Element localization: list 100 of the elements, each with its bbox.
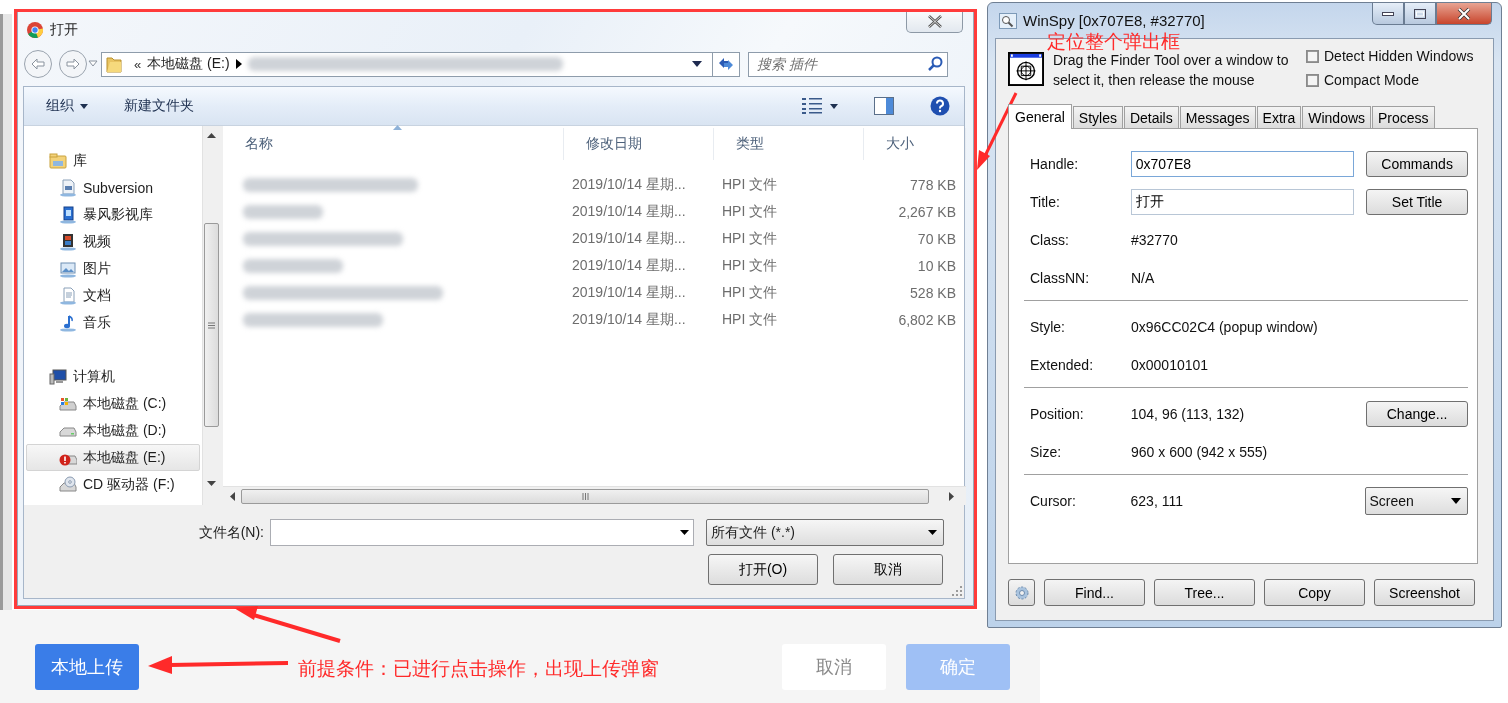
annotation-text: 前提条件：已进行点击操作，出现上传弹窗 (298, 657, 659, 681)
action-button[interactable]: Change... (1366, 401, 1468, 427)
tab[interactable]: Styles (1072, 106, 1123, 128)
close-icon (1457, 7, 1471, 20)
file-type: HPI 文件 (721, 256, 779, 275)
annotation-text: 定位整个弹出框 (1047, 30, 1180, 54)
field-label: Style: (1030, 319, 1066, 335)
close-button[interactable] (1436, 3, 1492, 25)
column-header[interactable]: 名称 (223, 128, 564, 160)
nav-tree-item[interactable]: 计算机 (26, 363, 200, 390)
file-date: 2019/10/14 星期... (571, 256, 687, 275)
vertical-scrollbar[interactable] (202, 126, 220, 505)
maximize-button[interactable] (1404, 3, 1436, 25)
help-icon[interactable] (930, 96, 950, 116)
footer-button[interactable]: Screenshot (1374, 579, 1475, 606)
column-header[interactable]: 大小 (864, 128, 966, 160)
field-label: ClassNN: (1030, 270, 1091, 286)
field-label: Position: (1030, 406, 1085, 422)
view-menu-caret-icon[interactable] (830, 103, 838, 109)
dropdown-arrow-icon[interactable] (680, 530, 689, 535)
nav-tree-item[interactable]: 本地磁盘 (E:) (26, 444, 200, 471)
action-button[interactable]: Commands (1366, 151, 1468, 177)
window-title: WinSpy [0x707E8, #32770] (1023, 12, 1205, 29)
nav-tree-item[interactable]: CD 驱动器 (F:) (26, 471, 200, 498)
footer-button[interactable]: Tree... (1154, 579, 1255, 606)
tab[interactable]: Details (1123, 106, 1179, 128)
search-icon[interactable] (927, 55, 943, 72)
tab[interactable]: Messages (1179, 106, 1256, 128)
horizontal-scrollbar[interactable] (223, 486, 966, 505)
text-field[interactable]: 0x707E8 (1130, 151, 1355, 177)
scrollbar-thumb[interactable] (241, 488, 929, 504)
nav-tree-item[interactable]: 图片 (26, 255, 200, 282)
tab[interactable]: Windows (1302, 106, 1372, 128)
scrollbar-thumb[interactable] (204, 223, 219, 427)
file-type: HPI 文件 (721, 175, 779, 194)
film-icon (59, 232, 77, 251)
column-header[interactable]: 类型 (714, 128, 864, 160)
column-header[interactable]: 修改日期 (564, 128, 714, 160)
breadcrumb-item[interactable]: 本地磁盘 (E:) (147, 55, 230, 73)
tab[interactable]: General (1008, 104, 1072, 129)
scroll-down-arrow-icon[interactable] (207, 481, 216, 486)
file-name-field[interactable] (270, 519, 694, 546)
scroll-up-arrow-icon[interactable] (207, 133, 216, 138)
scroll-left-arrow-icon[interactable] (230, 491, 235, 501)
preview-pane-icon[interactable] (874, 97, 894, 115)
search-field[interactable]: 搜索 插件 (748, 51, 948, 77)
nav-tree-item[interactable]: 暴风影视库 (26, 201, 200, 228)
close-button[interactable] (906, 10, 963, 33)
picture-icon (59, 259, 77, 278)
finder-tool-icon[interactable] (1008, 52, 1044, 86)
file-size: 6,802 KB (897, 311, 957, 328)
menu-button[interactable]: 组织 (46, 95, 88, 117)
nav-tree-item[interactable]: 本地磁盘 (D:) (26, 417, 200, 444)
address-bar[interactable]: « 本地磁盘 (E:) (101, 51, 713, 77)
settings-button[interactable] (1008, 579, 1035, 606)
action-button[interactable]: Set Title (1366, 189, 1468, 215)
file-date: 2019/10/14 星期... (571, 283, 687, 302)
nav-tree-item[interactable]: 库 (26, 147, 200, 174)
finder-instructions: Drag the Finder Tool over a window to select it, then release the mouse (1053, 51, 1290, 90)
checkbox-label[interactable]: Compact Mode (1324, 72, 1419, 88)
upload-button[interactable]: 本地上传 (35, 644, 139, 690)
file-size: 70 KB (916, 230, 957, 247)
file-size: 2,267 KB (897, 203, 957, 220)
cancel-button[interactable]: 取消 (833, 554, 943, 585)
nav-tree-item[interactable]: 视频 (26, 228, 200, 255)
nav-tree-item[interactable]: 音乐 (26, 309, 200, 336)
breadcrumb-overflow[interactable]: « (134, 56, 142, 72)
dropdown-arrow-icon[interactable] (692, 61, 702, 67)
nav-tree-item[interactable]: 本地磁盘 (C:) (26, 390, 200, 417)
coordinate-dropdown[interactable]: Screen (1365, 487, 1468, 515)
file-type: HPI 文件 (721, 229, 779, 248)
history-dropdown-icon[interactable] (88, 60, 98, 68)
file-size: 10 KB (916, 257, 957, 274)
document-icon (59, 178, 77, 197)
minimize-button[interactable] (1372, 3, 1404, 25)
checkbox[interactable] (1306, 73, 1319, 87)
checkbox-label[interactable]: Detect Hidden Windows (1324, 48, 1474, 64)
field-label: Title: (1030, 194, 1061, 210)
open-button[interactable]: 打开(O) (708, 554, 818, 585)
field-value: 0x96CC02C4 (popup window) (1131, 319, 1319, 335)
footer-button[interactable]: Copy (1264, 579, 1365, 606)
breadcrumb-arrow-icon[interactable] (235, 59, 242, 69)
nav-tree-item[interactable]: Subversion (26, 174, 200, 201)
checkbox[interactable] (1306, 49, 1319, 63)
document-icon (59, 286, 77, 305)
scroll-right-arrow-icon[interactable] (949, 491, 954, 501)
cancel-button[interactable]: 取消 (782, 644, 886, 690)
refresh-button[interactable] (713, 51, 740, 77)
nav-tree-item[interactable]: 文档 (26, 282, 200, 309)
file-size: 528 KB (909, 284, 957, 301)
tab[interactable]: Extra (1256, 106, 1302, 128)
footer-button[interactable]: Find... (1044, 579, 1145, 606)
refresh-icon (717, 56, 735, 72)
tab[interactable]: Process (1372, 106, 1435, 128)
field-value: 960 x 600 (942 x 555) (1131, 444, 1269, 460)
file-date: 2019/10/14 星期... (571, 202, 687, 221)
toolbar-button[interactable]: 新建文件夹 (124, 95, 194, 117)
file-type-dropdown[interactable]: 所有文件 (*.*) (706, 519, 944, 546)
view-list-icon[interactable] (802, 97, 822, 115)
text-field[interactable]: 打开 (1130, 189, 1355, 215)
